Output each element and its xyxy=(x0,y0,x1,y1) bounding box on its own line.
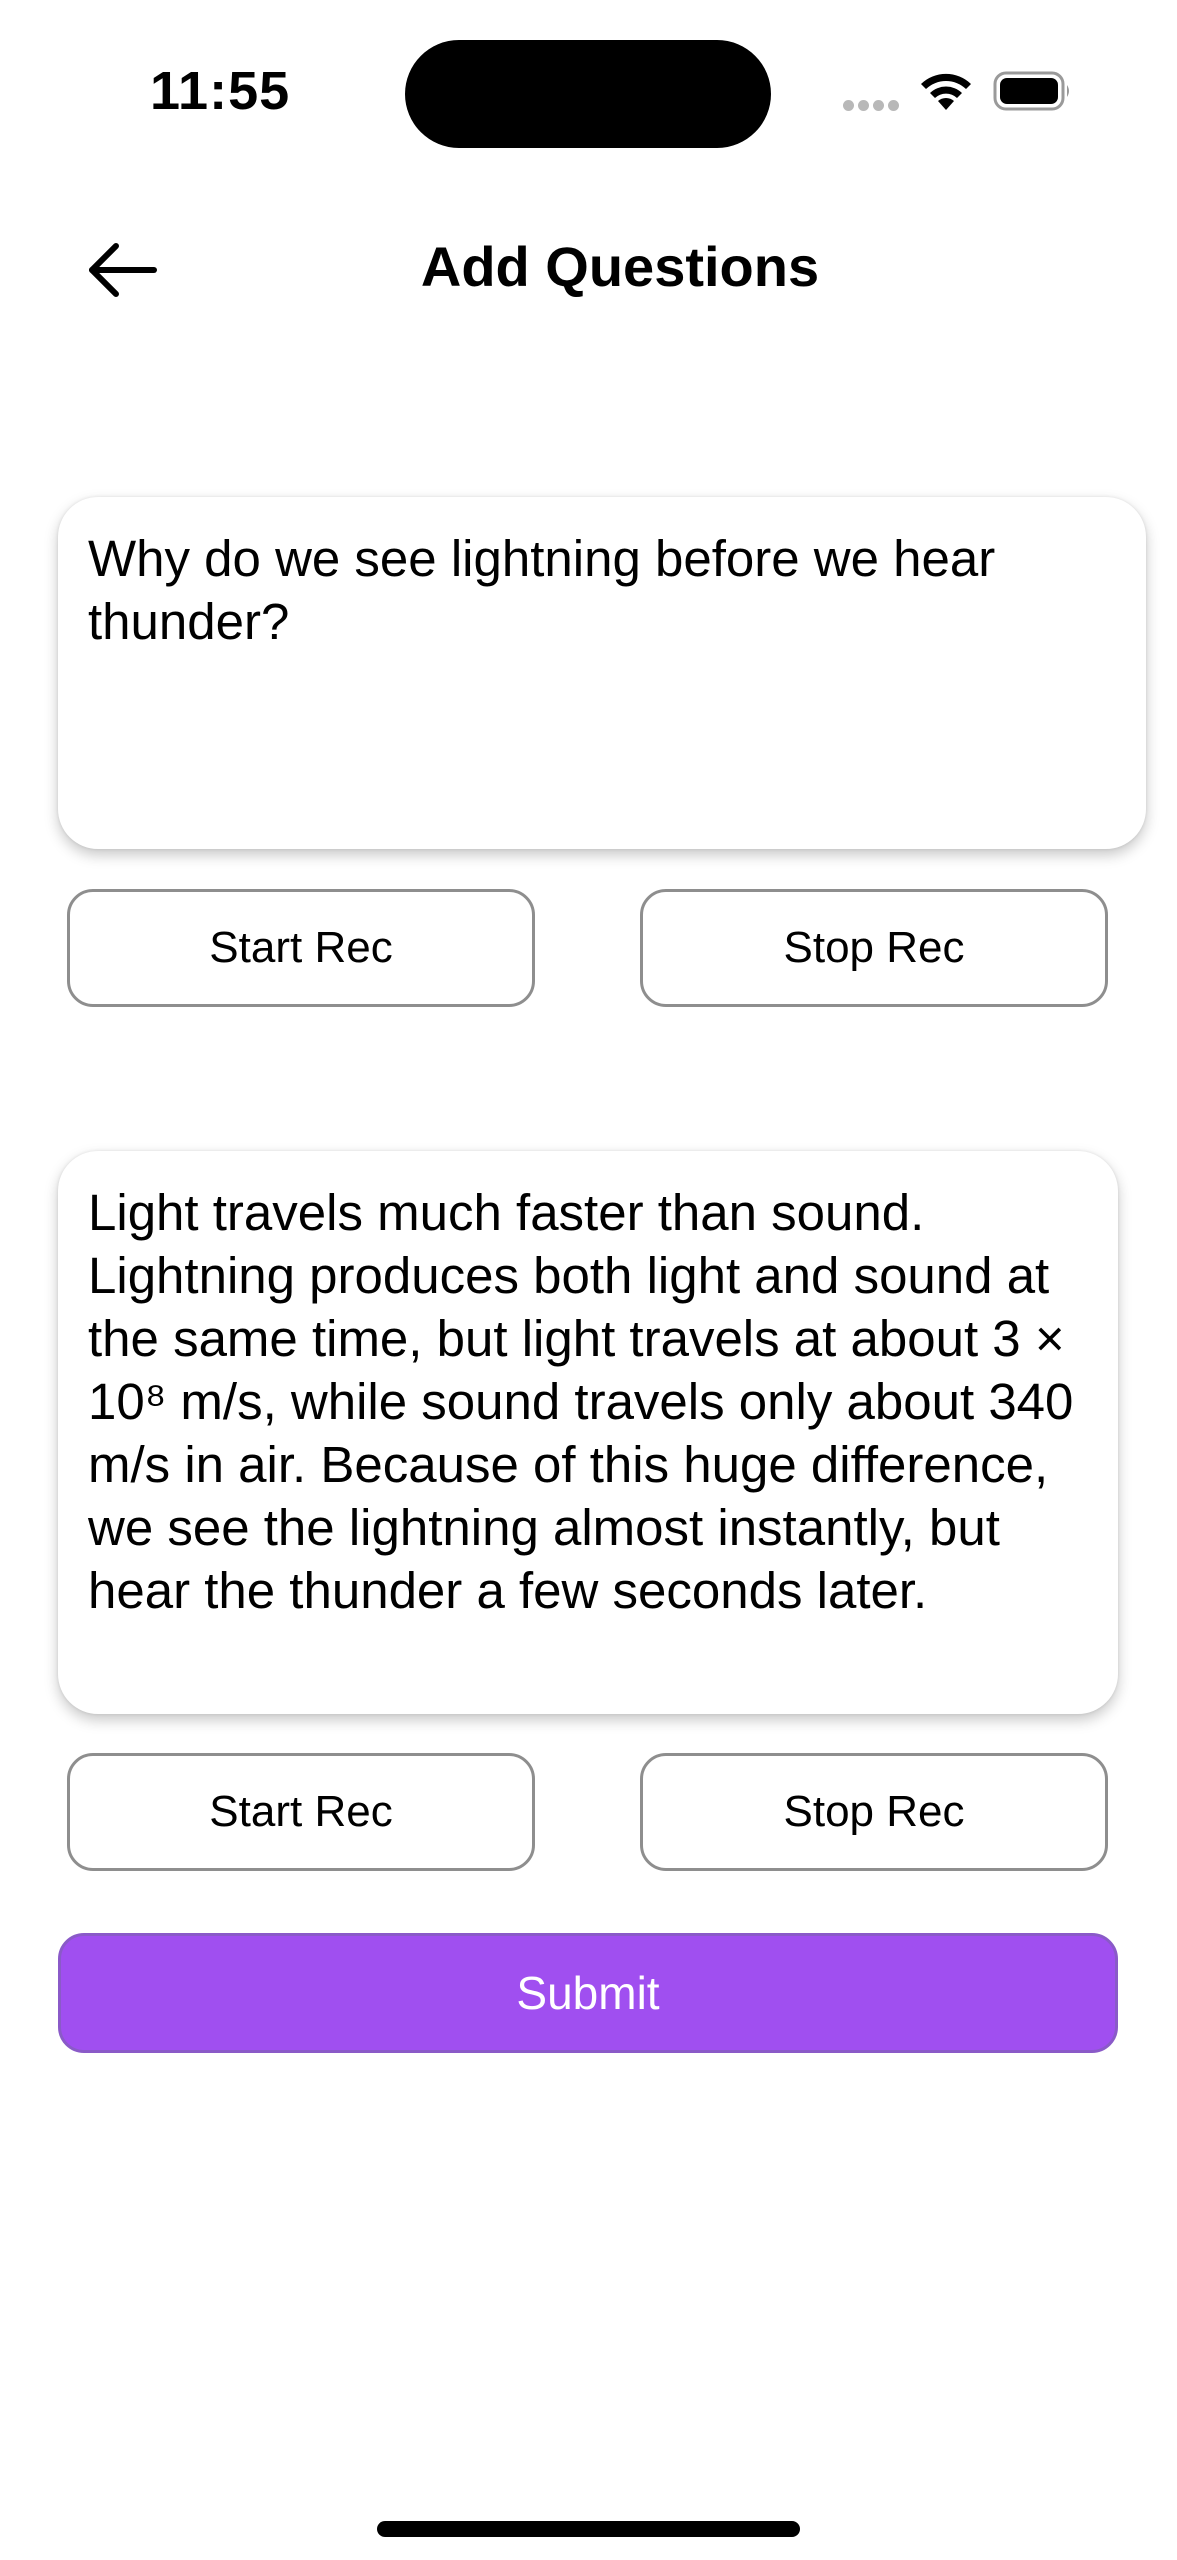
signal-dots-icon xyxy=(843,100,901,112)
header: Add Questions xyxy=(0,200,1177,340)
home-indicator xyxy=(377,2521,800,2537)
answer-text: Light travels much faster than sound. Li… xyxy=(88,1184,1074,1619)
answer-stop-rec-button[interactable]: Stop Rec xyxy=(640,1753,1108,1871)
question-text: Why do we see lightning before we hear t… xyxy=(88,530,996,650)
status-time: 11:55 xyxy=(150,61,291,121)
question-stop-rec-button[interactable]: Stop Rec xyxy=(640,889,1108,1007)
dynamic-island xyxy=(405,40,771,148)
answer-start-rec-button[interactable]: Start Rec xyxy=(67,1753,535,1871)
status-bar: 11:55 xyxy=(0,0,1177,180)
answer-text-area[interactable]: Light travels much faster than sound. Li… xyxy=(58,1151,1118,1714)
question-start-rec-button[interactable]: Start Rec xyxy=(67,889,535,1007)
wifi-icon xyxy=(921,73,971,110)
submit-button[interactable]: Submit xyxy=(58,1933,1118,2053)
question-text-area[interactable]: Why do we see lightning before we hear t… xyxy=(58,497,1146,849)
battery-icon xyxy=(993,71,1069,111)
page-title: Add Questions xyxy=(420,235,820,298)
